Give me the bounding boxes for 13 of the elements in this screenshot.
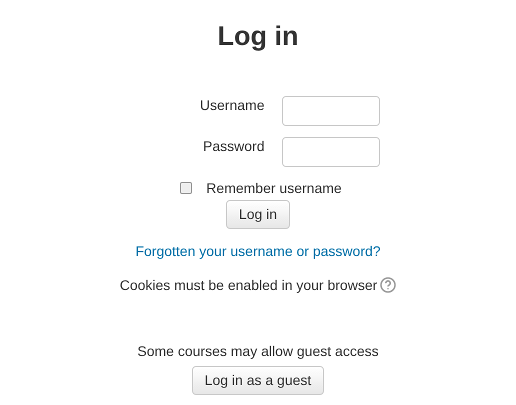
checkbox[interactable] [180,182,192,194]
login-button[interactable]: Log in [226,200,290,229]
help-icon[interactable] [380,277,396,293]
field-label: Password [202,137,264,156]
page-title: Log in [218,20,298,53]
cookies-note: Cookies must be enabled in your browser [120,276,378,295]
input-field[interactable] [282,96,380,126]
forgot-link[interactable]: Forgotten your username or password? [135,241,381,261]
input-field[interactable] [282,137,380,167]
guest-note: Some courses may allow guest access [137,342,379,361]
checkbox-label: Remember username [206,179,342,198]
field-label: Username [198,96,264,115]
guest-login-button[interactable]: Log in as a guest [192,366,324,395]
